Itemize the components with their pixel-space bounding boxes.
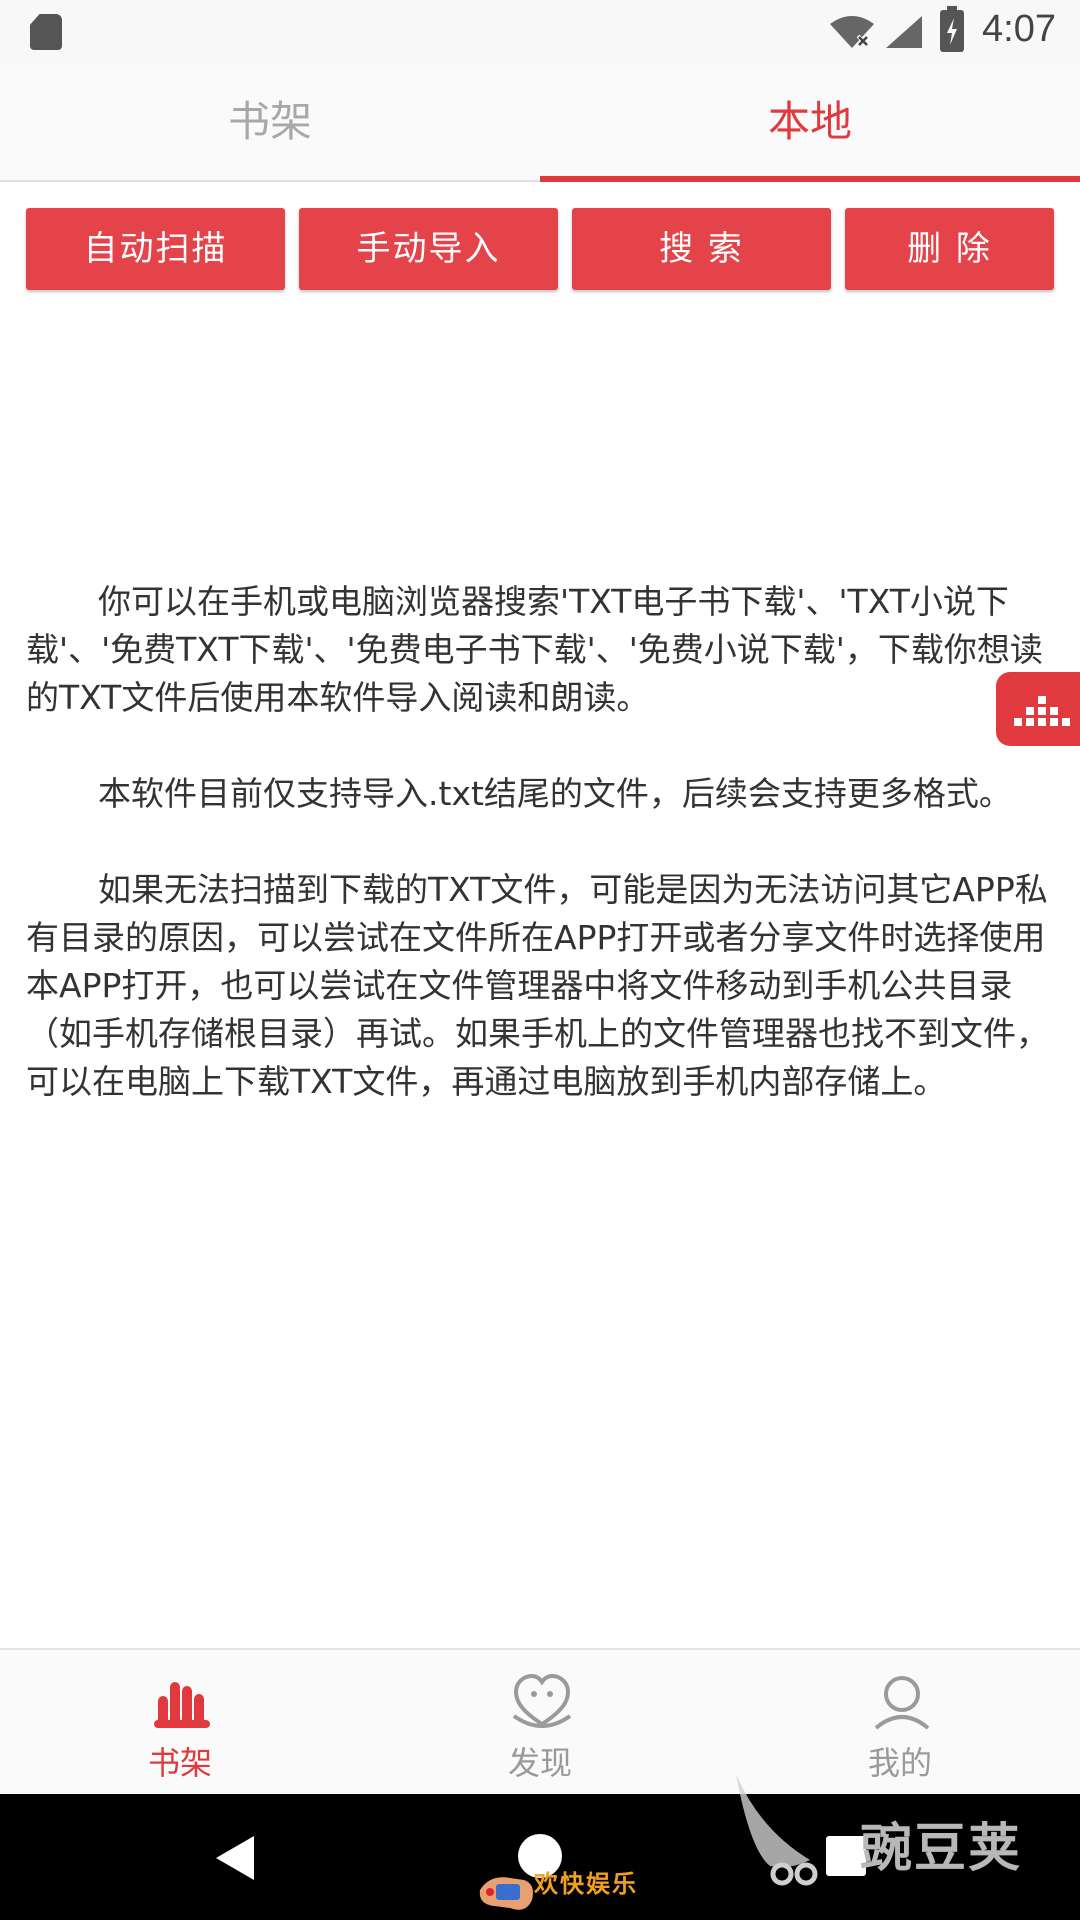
top-tab-bar: 书架 本地 — [0, 64, 1080, 182]
battery-charging-icon — [940, 6, 964, 52]
status-bar: 4:07 — [0, 0, 1080, 64]
status-clock: 4:07 — [982, 8, 1056, 50]
profile-icon — [874, 1676, 930, 1730]
floating-equalizer-button[interactable] — [996, 672, 1080, 746]
bookshelf-icon — [154, 1682, 210, 1728]
instructions-text: 你可以在手机或电脑浏览器搜索'TXT电子书下载'、'TXT小说下载'、'免费TX… — [26, 578, 1056, 1154]
bottom-navigation: 书架 发现 我的 — [0, 1648, 1080, 1796]
instruction-paragraph: 本软件目前仅支持导入.txt结尾的文件，后续会支持更多格式。 — [98, 774, 1012, 813]
nav-label: 书架 — [147, 1744, 212, 1782]
equalizer-icon — [1014, 696, 1070, 726]
wifi-off-icon — [830, 16, 874, 48]
sd-card-icon — [30, 14, 62, 50]
tab-local[interactable]: 本地 — [540, 64, 1080, 180]
auto-scan-button[interactable]: 自动扫描 — [26, 208, 285, 290]
signal-icon — [886, 16, 922, 48]
watermark-right: 豌豆荚 — [860, 1819, 1023, 1879]
manual-import-button[interactable]: 手动导入 — [299, 208, 558, 290]
tab-bookshelf[interactable]: 书架 — [0, 64, 540, 180]
nav-discover[interactable]: 发现 — [360, 1650, 720, 1796]
discover-heart-icon — [512, 1673, 572, 1728]
nav-label: 发现 — [507, 1744, 572, 1782]
watermark-left: 欢快娱乐 — [534, 1870, 638, 1898]
tab-active-indicator — [540, 176, 1080, 182]
instruction-paragraph: 如果无法扫描到下载的TXT文件，可能是因为无法访问其它APP私有目录的原因，可以… — [26, 870, 1049, 1101]
bird-watermark-icon — [736, 1774, 818, 1886]
app-screen: 4:07 书架 本地 自动扫描 手动导入 搜 索 删 除 你可以在手机或电脑浏览… — [0, 0, 1080, 1920]
delete-button[interactable]: 删 除 — [845, 208, 1054, 290]
search-button[interactable]: 搜 索 — [572, 208, 831, 290]
back-icon[interactable] — [216, 1836, 254, 1880]
nav-bookshelf[interactable]: 书架 — [0, 1650, 360, 1796]
instruction-paragraph: 你可以在手机或电脑浏览器搜索'TXT电子书下载'、'TXT小说下载'、'免费TX… — [26, 582, 1043, 717]
